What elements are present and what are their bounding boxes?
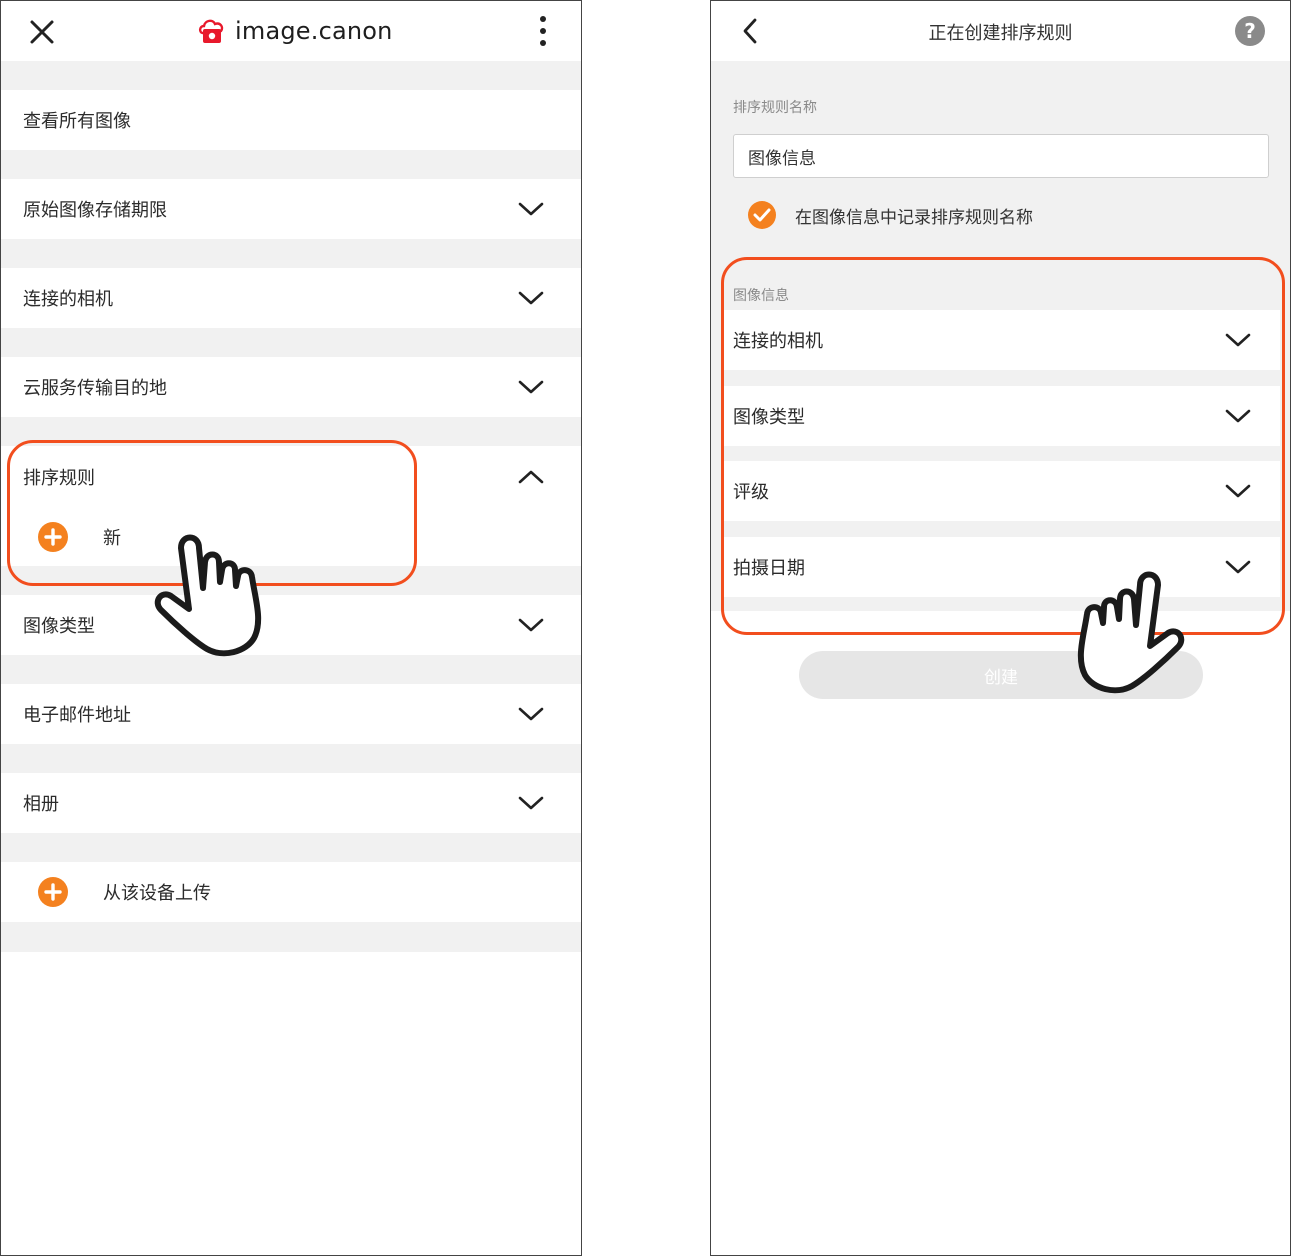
chevron-down-icon [518,291,544,305]
image-info-label: 图像信息 [733,288,789,304]
condition-rating[interactable]: 评级 [723,461,1280,521]
menu-item-label: 电子邮件地址 [23,705,131,726]
left-phone-screen: image.canon 查看所有图像 原始图像存储期限 连接的相机 云服务传输目… [0,0,582,1256]
rule-name-input[interactable] [734,135,1268,177]
menu-item-label: 云服务传输目的地 [23,378,167,399]
right-phone-screen: 正在创建排序规则 ? 排序规则名称 在图像信息中记录排序规则名称 图像信息 连接… [710,0,1291,1256]
menu-item-email[interactable]: 电子邮件地址 [1,684,581,744]
menu-item-label: 连接的相机 [23,289,113,310]
upload-from-device-button[interactable]: 从该设备上传 [1,862,581,922]
menu-item-album[interactable]: 相册 [1,773,581,833]
close-icon[interactable] [27,17,57,47]
image-info-section: 图像信息 连接的相机 图像类型 评级 拍摄日期 [711,251,1290,611]
menu-item-label: 图像类型 [23,616,95,637]
menu-item-label: 相册 [23,794,59,815]
chevron-down-icon [518,618,544,632]
menu-item-original-storage[interactable]: 原始图像存储期限 [1,179,581,239]
chevron-down-icon [518,707,544,721]
section-divider [1,61,581,90]
section-divider [1,417,581,446]
create-rule-header: 正在创建排序规则 ? [711,1,1290,61]
plus-circle-icon [38,522,68,552]
section-divider [1,150,581,179]
logo-text: image.canon [235,17,393,45]
app-logo: image.canon [197,13,393,49]
section-divider [1,922,581,952]
condition-label: 连接的相机 [733,331,823,352]
menu-item-cloud-destination[interactable]: 云服务传输目的地 [1,357,581,417]
condition-label: 拍摄日期 [733,558,805,579]
section-divider [1,566,581,595]
svg-text:?: ? [1244,19,1256,43]
chevron-up-icon [518,470,544,484]
chevron-down-icon [1225,484,1251,498]
condition-connected-camera[interactable]: 连接的相机 [723,310,1280,370]
chevron-down-icon [518,796,544,810]
rule-name-section: 排序规则名称 在图像信息中记录排序规则名称 [711,61,1290,251]
menu-item-view-all[interactable]: 查看所有图像 [1,90,581,150]
record-name-checkbox[interactable]: 在图像信息中记录排序规则名称 [747,199,1033,231]
chevron-down-icon [1225,333,1251,347]
rule-name-field [733,134,1269,178]
plus-circle-icon [38,877,68,907]
chevron-down-icon [1225,409,1251,423]
section-divider [1,328,581,357]
section-divider [1,655,581,684]
more-vertical-icon[interactable] [529,13,557,49]
chevron-down-icon [518,380,544,394]
chevron-down-icon [1225,560,1251,574]
section-divider [1,744,581,773]
record-name-label: 在图像信息中记录排序规则名称 [795,207,1033,228]
app-header: image.canon [1,1,581,61]
rule-name-label: 排序规则名称 [733,100,817,116]
menu-item-label: 原始图像存储期限 [23,200,167,221]
upload-label: 从该设备上传 [103,883,211,904]
create-button[interactable]: 创建 [799,651,1203,699]
menu-item-label: 查看所有图像 [23,111,131,132]
menu-item-label: 排序规则 [23,468,95,489]
section-divider [1,239,581,268]
menu-item-connected-camera[interactable]: 连接的相机 [1,268,581,328]
section-divider [1,833,581,862]
condition-shoot-date[interactable]: 拍摄日期 [723,537,1280,597]
new-rule-button[interactable]: 新 [1,508,581,566]
condition-label: 图像类型 [733,407,805,428]
page-title: 正在创建排序规则 [928,23,1073,44]
menu-item-image-type[interactable]: 图像类型 [1,595,581,655]
chevron-down-icon [518,202,544,216]
condition-image-type[interactable]: 图像类型 [723,386,1280,446]
new-rule-label: 新 [103,528,121,549]
sort-rules-header[interactable]: 排序规则 [1,446,581,508]
menu-item-sort-rules: 排序规则 新 [1,446,581,566]
condition-label: 评级 [733,482,769,503]
cloud-camera-icon [198,19,224,43]
checkmark-circle-icon [748,201,776,229]
help-icon[interactable]: ? [1234,15,1266,47]
